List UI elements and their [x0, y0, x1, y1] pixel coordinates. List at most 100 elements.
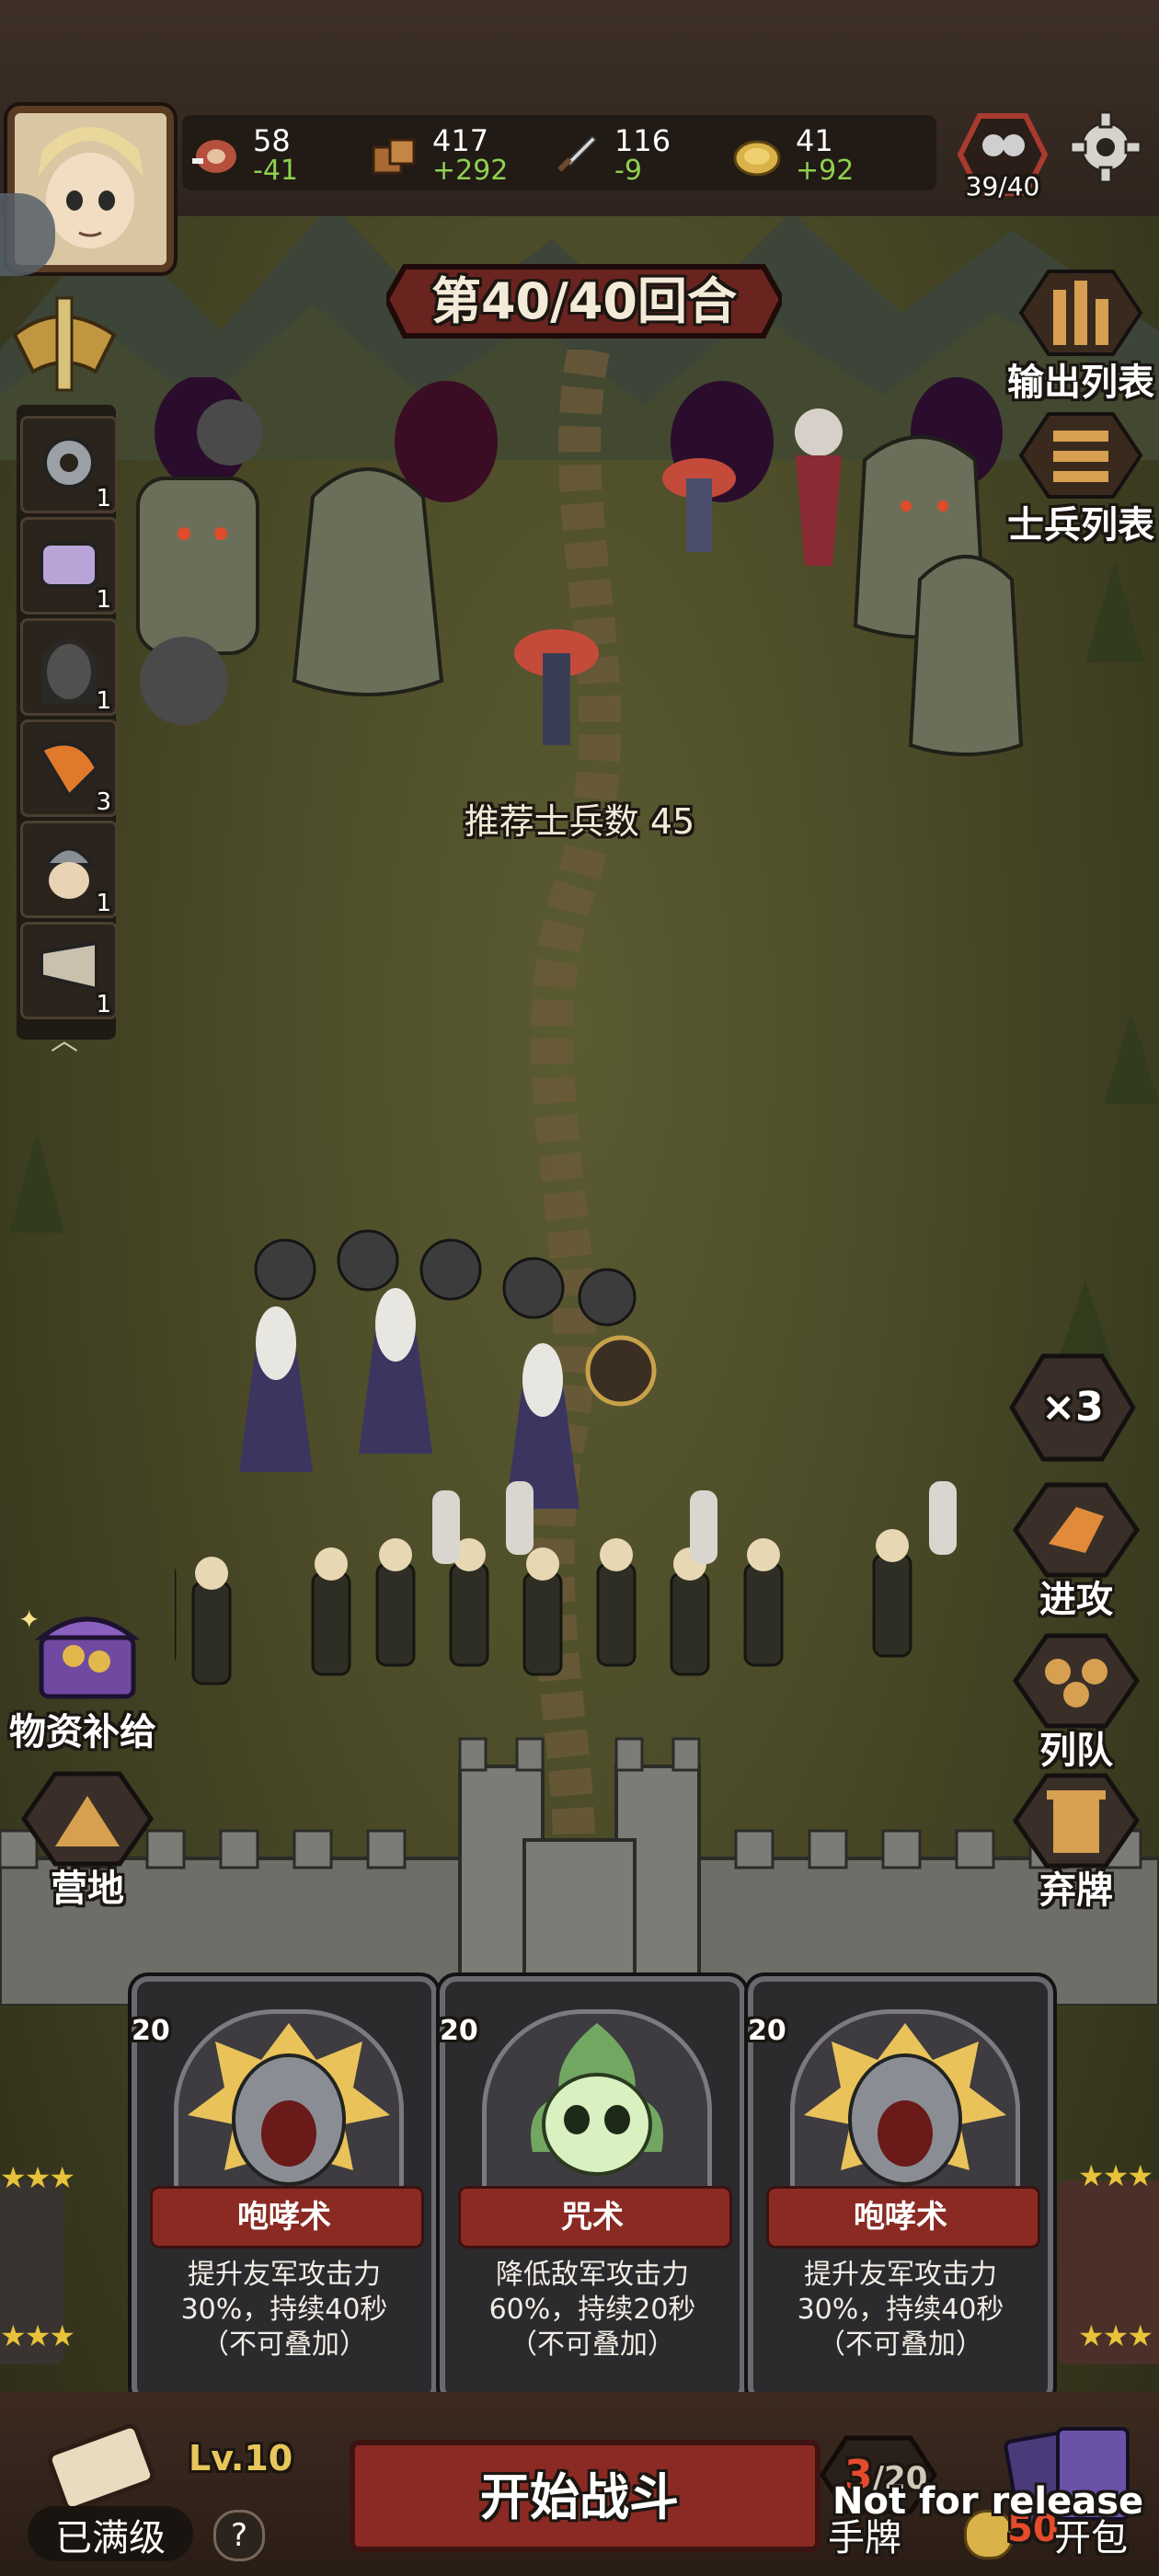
buff-slot-axe[interactable]: 3	[20, 719, 118, 817]
watermark: Not for release	[832, 2480, 1144, 2523]
collapse-chevron-icon[interactable]: ︿	[37, 1018, 92, 1057]
scroll-upgrade-icon[interactable]	[37, 2420, 166, 2512]
round-counter: 第40/40回合	[430, 272, 737, 330]
card-desc-line: 30%，持续40秒	[797, 2294, 1004, 2326]
start-battle-label: 开始战斗	[480, 2468, 679, 2526]
wood-value: 417	[432, 123, 489, 158]
discard-button[interactable]: 弃牌	[1012, 1770, 1141, 1912]
card-desc-line: 60%，持续20秒	[488, 2294, 696, 2326]
castle-wall	[0, 1737, 1159, 2006]
resource-meat: 58 -41	[189, 123, 354, 188]
spell-card[interactable]: 20 咆哮术 提升友军攻击力 30%，持续40秒 （不可叠加）	[132, 1976, 437, 2403]
left-building-stars: ★★★	[0, 2160, 75, 2195]
coin-icon	[733, 140, 781, 177]
right-building-stars-lower: ★★★	[1078, 2318, 1153, 2353]
wood-icon	[372, 138, 416, 175]
formation-label: 列队	[1039, 1730, 1113, 1772]
card-description: 降低敌军攻击力 60%，持续20秒 （不可叠加）	[464, 2258, 721, 2363]
coin-delta: +92	[796, 155, 855, 187]
knight-unit-icon	[254, 1229, 637, 1327]
sword-icon	[557, 134, 598, 172]
buff-count: 1	[96, 586, 111, 614]
meat-delta: -41	[253, 155, 298, 187]
supply-button[interactable]: ✦ 物资补给	[9, 1601, 166, 1757]
sword-delta: -9	[614, 155, 642, 187]
soldier-list-button[interactable]: 士兵列表	[1007, 405, 1154, 546]
discard-label: 弃牌	[1039, 1869, 1113, 1912]
supply-label: 物资补给	[9, 1711, 156, 1754]
spell-card[interactable]: 20 咆哮术 提升友军攻击力 30%，持续40秒 （不可叠加）	[748, 1976, 1053, 2403]
buff-slot-viking[interactable]: 1	[20, 821, 118, 918]
camp-tent-icon	[20, 1771, 155, 1867]
meat-icon	[192, 140, 236, 173]
trash-can-icon	[1012, 1773, 1141, 1869]
speed-button[interactable]: ×3	[1008, 1351, 1137, 1465]
card-level: 20	[132, 2015, 170, 2047]
wizard-unit-icon	[239, 1288, 580, 1509]
spell-card[interactable]: 20 咒术 降低敌军攻击力 60%，持续20秒 （不可叠加）	[440, 1976, 745, 2403]
treant-enemy-icon	[136, 435, 1024, 756]
skull-icon	[482, 2009, 712, 2212]
card-description: 提升友军攻击力 30%，持续40秒 （不可叠加）	[772, 2258, 1029, 2363]
buff-slot-horn[interactable]: 1	[20, 922, 118, 1019]
coin-value: 41	[796, 123, 833, 158]
resource-wood: 417 +292	[368, 123, 534, 188]
soldier-list-label: 士兵列表	[1007, 504, 1154, 546]
card-desc-line: 提升友军攻击力	[804, 2259, 997, 2291]
winged-sword-icon	[12, 296, 117, 392]
card-desc-line: （不可叠加）	[818, 2329, 983, 2361]
treasure-chest-icon: ✦	[18, 1604, 141, 1699]
card-desc-line: 30%，持续40秒	[180, 2294, 388, 2326]
succubus-enemy-icon	[795, 408, 843, 566]
card-name: 咆哮术	[854, 2199, 947, 2236]
wood-delta: +292	[432, 155, 509, 187]
resource-coin: 41 +92	[731, 123, 897, 188]
sword-value: 116	[614, 123, 671, 158]
shield-icon	[585, 1335, 657, 1407]
output-list-icon	[1018, 270, 1143, 356]
max-level-label: 已满级	[55, 2517, 166, 2559]
soldier-list-icon	[1018, 412, 1143, 499]
camp-button[interactable]: 营地	[18, 1768, 156, 1910]
recommended-soldiers: 推荐士兵数 45	[464, 801, 695, 842]
attack-button[interactable]: 进攻	[1012, 1479, 1141, 1621]
buff-count: 1	[96, 485, 111, 512]
settings-gear-icon[interactable]	[1069, 110, 1142, 184]
right-building-stars: ★★★	[1078, 2158, 1153, 2193]
meat-value: 58	[253, 123, 291, 158]
attack-label: 进攻	[1039, 1579, 1113, 1621]
buff-slot-scroll[interactable]: 1	[20, 517, 118, 615]
output-list-label: 输出列表	[1007, 362, 1154, 404]
formation-icon	[1012, 1633, 1141, 1729]
card-level: 20	[748, 2015, 786, 2047]
buff-count: 1	[96, 890, 111, 917]
camp-label: 营地	[51, 1868, 124, 1910]
formation-button[interactable]: 列队	[1012, 1630, 1141, 1772]
card-desc-line: （不可叠加）	[510, 2329, 675, 2361]
buff-count: 3	[96, 788, 111, 816]
roar-icon	[174, 2009, 404, 2212]
resource-sword: 116 -9	[550, 123, 716, 188]
card-name: 咆哮术	[237, 2199, 331, 2236]
buff-slot-gear[interactable]: 1	[20, 416, 118, 513]
roar-icon	[790, 2009, 1020, 2212]
player-level: Lv.10	[189, 2438, 293, 2478]
card-desc-line: 降低敌军攻击力	[496, 2259, 689, 2291]
output-list-button[interactable]: 输出列表	[1007, 262, 1154, 404]
weapon-emblem-button[interactable]	[6, 289, 123, 403]
card-description: 提升友军攻击力 30%，持续40秒 （不可叠加）	[155, 2258, 413, 2363]
speed-label: ×3	[1041, 1384, 1104, 1431]
card-level: 20	[440, 2015, 478, 2047]
buff-count: 1	[96, 991, 111, 1018]
left-building-stars-lower: ★★★	[0, 2318, 75, 2353]
help-button[interactable]: ?	[213, 2510, 265, 2561]
svg-text:✦: ✦	[18, 1604, 40, 1635]
charging-soldier-icon	[1012, 1482, 1141, 1578]
population-count: 39/40	[965, 171, 1040, 201]
enemy-army	[136, 377, 1024, 756]
allied-army	[175, 1229, 957, 1685]
card-desc-line: （不可叠加）	[201, 2329, 367, 2361]
card-desc-line: 提升友军攻击力	[188, 2259, 381, 2291]
card-name: 咒术	[561, 2199, 624, 2236]
buff-slot-nun[interactable]: 1	[20, 618, 118, 716]
